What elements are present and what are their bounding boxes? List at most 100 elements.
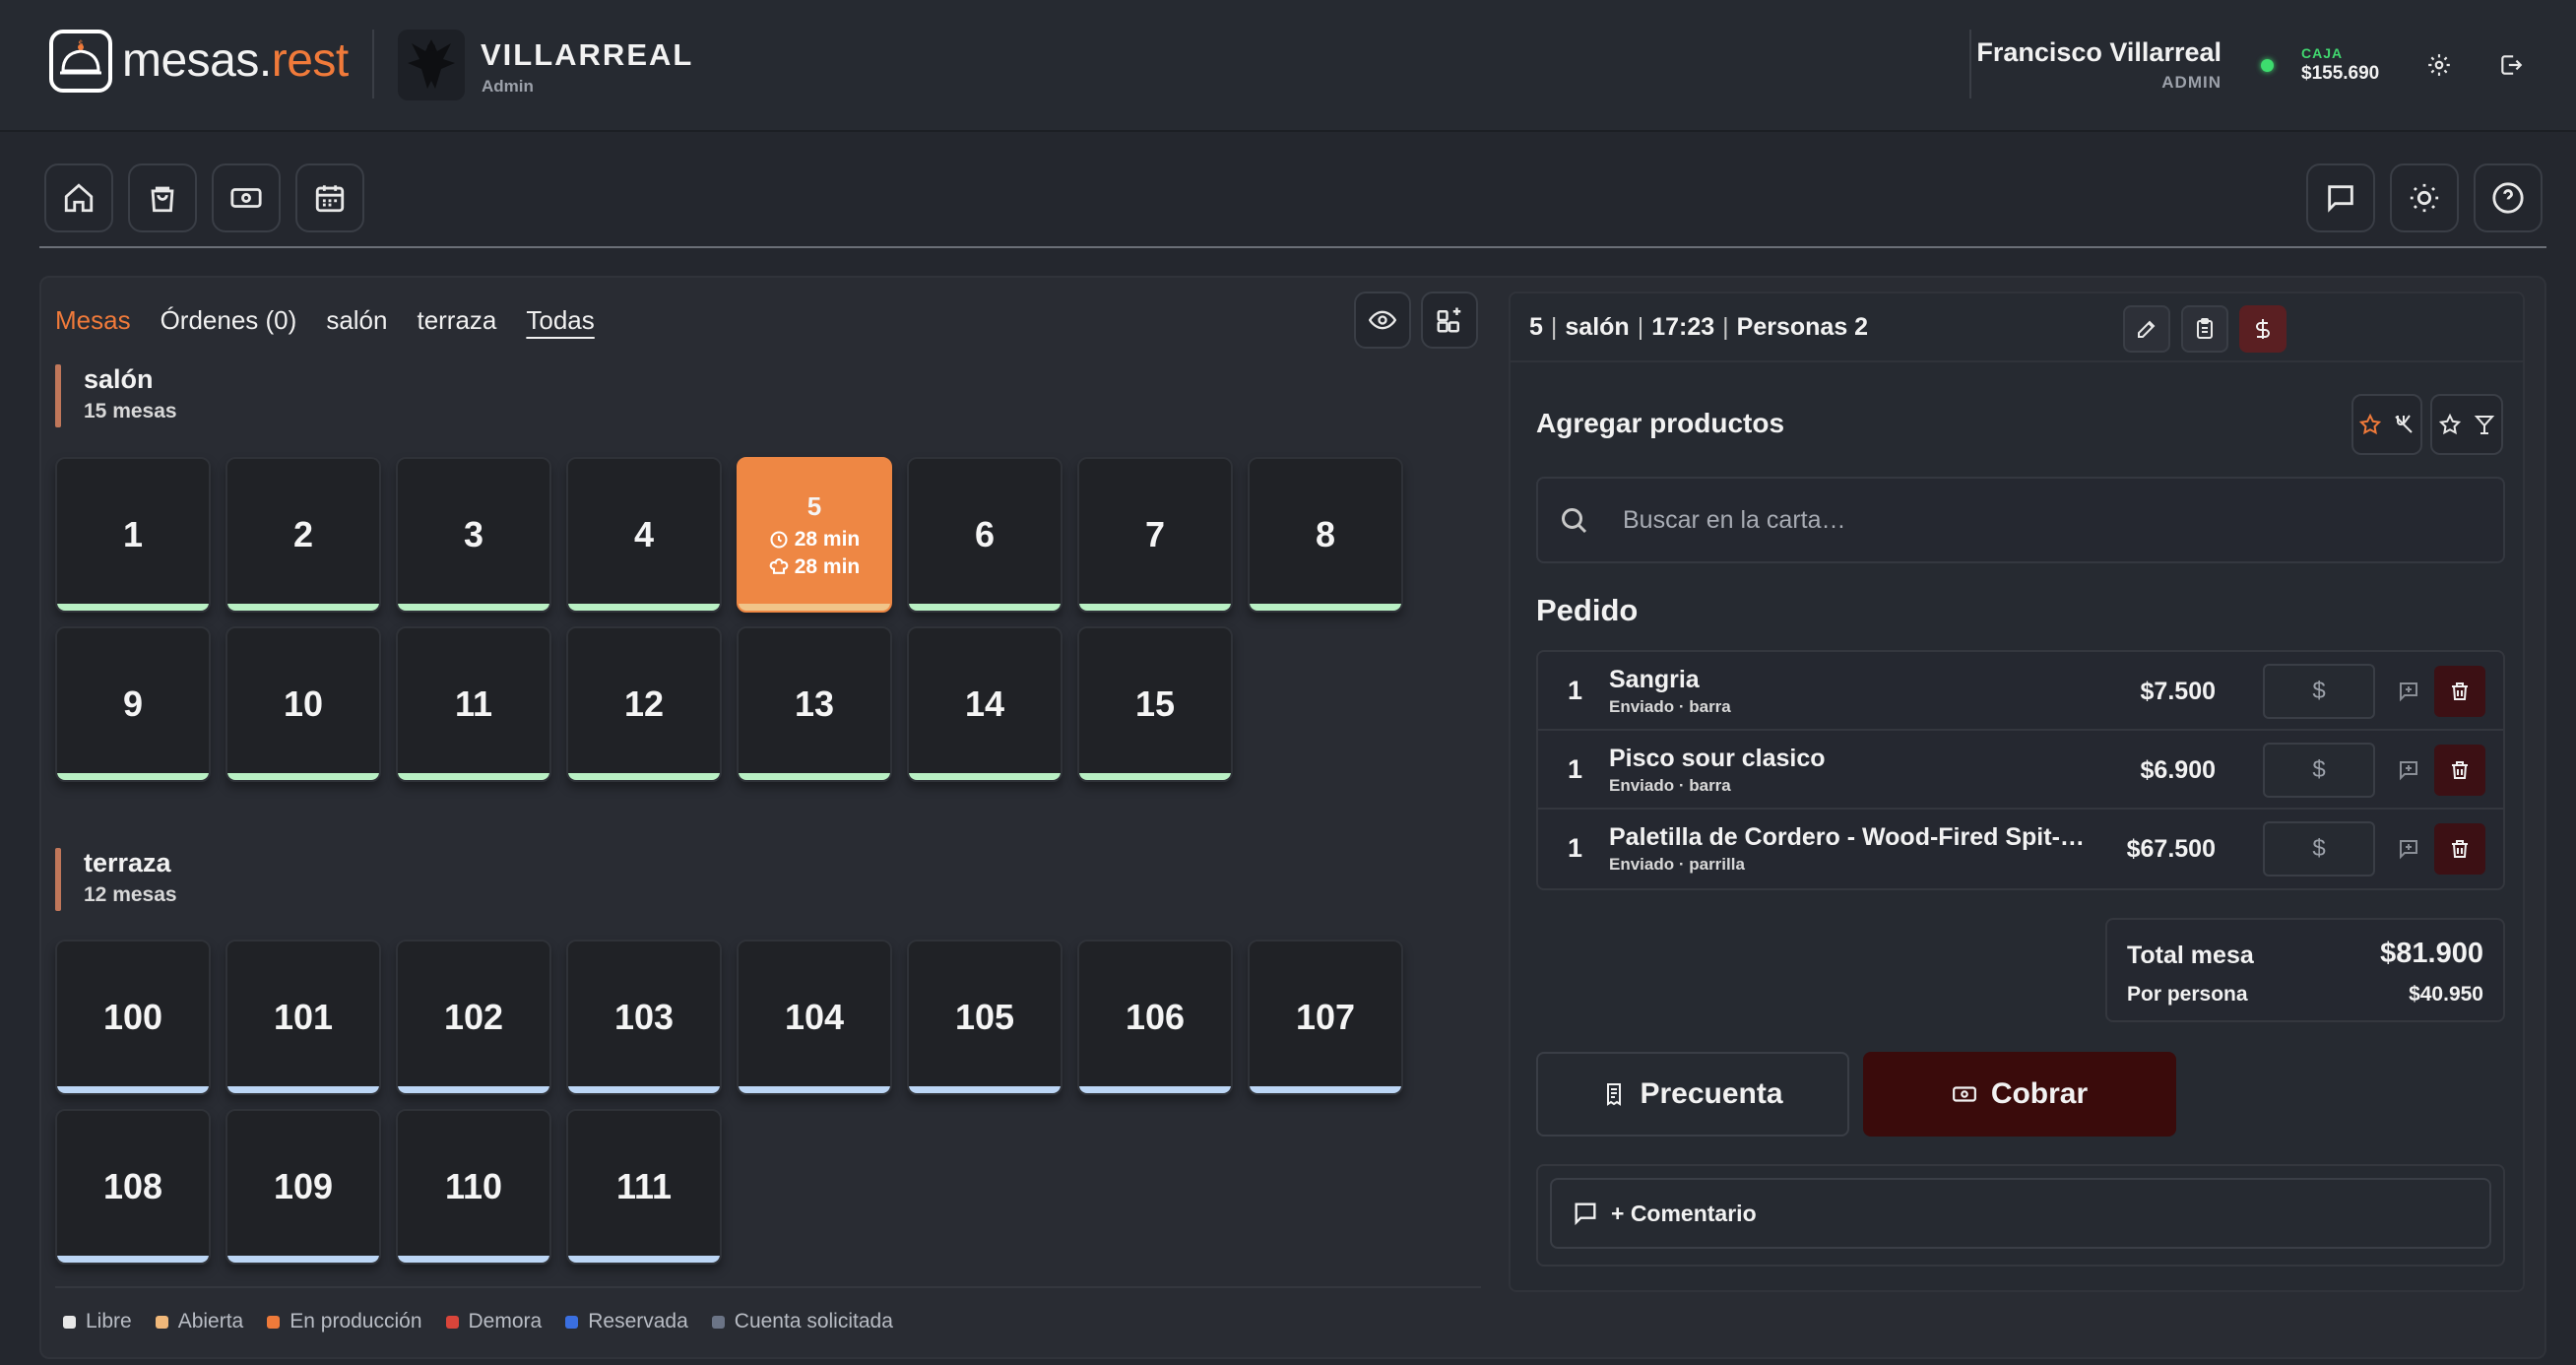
pencil-icon (2138, 320, 2156, 338)
table-card[interactable]: 15 (1077, 626, 1233, 782)
tab-ordenes[interactable]: Órdenes (0) (161, 305, 297, 342)
item-comment-button[interactable] (2393, 676, 2424, 707)
table-card[interactable]: 104 (737, 940, 892, 1095)
table-card[interactable]: 3 (396, 457, 551, 613)
cash-button[interactable] (212, 163, 281, 232)
table-card[interactable]: 13 (737, 626, 892, 782)
table-card[interactable]: 109 (225, 1109, 381, 1265)
cash-icon (1952, 1086, 1976, 1102)
delete-item-button[interactable] (2434, 823, 2485, 875)
tab-todas[interactable]: Todas (526, 305, 594, 342)
table-number: 1 (122, 514, 144, 554)
table-card[interactable]: 9 (55, 626, 211, 782)
table-card[interactable]: 106 (1077, 940, 1233, 1095)
header-divider (372, 30, 374, 98)
favorites-food-toggle[interactable] (2351, 394, 2422, 455)
legend-swatch (711, 1315, 725, 1329)
table-card[interactable]: 107 (1248, 940, 1403, 1095)
table-card-active[interactable]: 5 28 min 28 min (737, 457, 892, 613)
status-strip (568, 604, 720, 611)
item-quantity: 1 (1568, 676, 1583, 705)
table-number: 102 (443, 997, 504, 1037)
tab-salon[interactable]: salón (326, 305, 387, 342)
clipboard-button[interactable] (2181, 305, 2228, 353)
brand-logo-icon: $ (49, 30, 112, 93)
user-role: ADMIN (2161, 73, 2222, 92)
favorites-drinks-toggle[interactable] (2430, 394, 2503, 455)
item-comment-button[interactable] (2393, 754, 2424, 786)
price-override-input[interactable]: $ (2263, 664, 2375, 719)
price-override-input[interactable]: $ (2263, 743, 2375, 798)
chef-hat-icon (769, 557, 788, 574)
logout-icon[interactable] (2493, 47, 2529, 83)
add-comment-button[interactable]: + Comentario (1550, 1178, 2491, 1249)
item-name: Pisco sour clasico (1609, 745, 1826, 772)
tab-terraza[interactable]: terraza (417, 305, 496, 342)
table-card[interactable]: 2 (225, 457, 381, 613)
status-strip (398, 773, 549, 780)
price-override-input[interactable]: $ (2263, 821, 2375, 877)
home-button[interactable] (44, 163, 113, 232)
delete-item-button[interactable] (2434, 666, 2485, 717)
delete-item-button[interactable] (2434, 745, 2485, 796)
cobrar-button[interactable]: Cobrar (1863, 1052, 2176, 1137)
table-card[interactable]: 8 (1248, 457, 1403, 613)
table-card[interactable]: 102 (396, 940, 551, 1095)
table-number: 10 (283, 683, 324, 724)
table-card[interactable]: 1 (55, 457, 211, 613)
dollar-icon (2256, 319, 2270, 339)
tab-mesas[interactable]: Mesas (55, 305, 131, 342)
legend-swatch (565, 1315, 579, 1329)
table-card[interactable]: 14 (907, 626, 1063, 782)
table-card[interactable]: 110 (396, 1109, 551, 1265)
table-number: 7 (1144, 514, 1166, 554)
edit-order-button[interactable] (2123, 305, 2170, 353)
orders-button[interactable] (128, 163, 197, 232)
status-strip (1250, 1086, 1401, 1093)
table-card[interactable]: 6 (907, 457, 1063, 613)
comment-add-icon (2400, 840, 2417, 860)
legend-item: Cuenta solicitada (711, 1310, 893, 1333)
legend-swatch (267, 1315, 281, 1329)
chat-button[interactable] (2306, 163, 2375, 232)
item-quantity: 1 (1568, 833, 1583, 863)
table-card[interactable]: 105 (907, 940, 1063, 1095)
table-card[interactable]: 4 (566, 457, 722, 613)
section-count-salon: 15 mesas (84, 400, 177, 422)
status-strip (1250, 604, 1401, 611)
table-card[interactable]: 12 (566, 626, 722, 782)
table-card[interactable]: 111 (566, 1109, 722, 1265)
table-card[interactable]: 108 (55, 1109, 211, 1265)
table-card[interactable]: 10 (225, 626, 381, 782)
add-table-button[interactable] (1421, 292, 1478, 349)
item-comment-button[interactable] (2393, 833, 2424, 865)
status-strip (227, 1256, 379, 1263)
star-outline-icon (2438, 413, 2461, 435)
menu-search-input[interactable]: Buscar en la carta… (1536, 477, 2505, 563)
item-status: Enviado · barra (1609, 697, 1731, 716)
total-label: Total mesa (2127, 942, 2254, 969)
table-number: 109 (273, 1166, 334, 1206)
gear-icon[interactable] (2421, 47, 2457, 83)
table-number: 106 (1125, 997, 1186, 1037)
item-quantity: 1 (1568, 754, 1583, 784)
table-card[interactable]: 100 (55, 940, 211, 1095)
calendar-button[interactable] (295, 163, 364, 232)
table-card[interactable]: 101 (225, 940, 381, 1095)
precuenta-button[interactable]: Precuenta (1536, 1052, 1849, 1137)
payment-button[interactable] (2239, 305, 2286, 353)
theme-toggle-button[interactable] (2390, 163, 2459, 232)
user-name: Francisco Villarreal (1976, 37, 2222, 67)
table-number: 2 (292, 514, 314, 554)
search-placeholder: Buscar en la carta… (1623, 506, 1846, 534)
table-number: 5 (806, 490, 822, 521)
comment-add-icon (2400, 761, 2417, 781)
table-card[interactable]: 7 (1077, 457, 1233, 613)
toggle-visibility-button[interactable] (1354, 292, 1411, 349)
table-card[interactable]: 11 (396, 626, 551, 782)
table-card[interactable]: 103 (566, 940, 722, 1095)
per-person-label: Por persona (2127, 983, 2248, 1006)
help-button[interactable] (2474, 163, 2543, 232)
legend-item: Demora (445, 1310, 542, 1333)
table-number: 6 (974, 514, 996, 554)
